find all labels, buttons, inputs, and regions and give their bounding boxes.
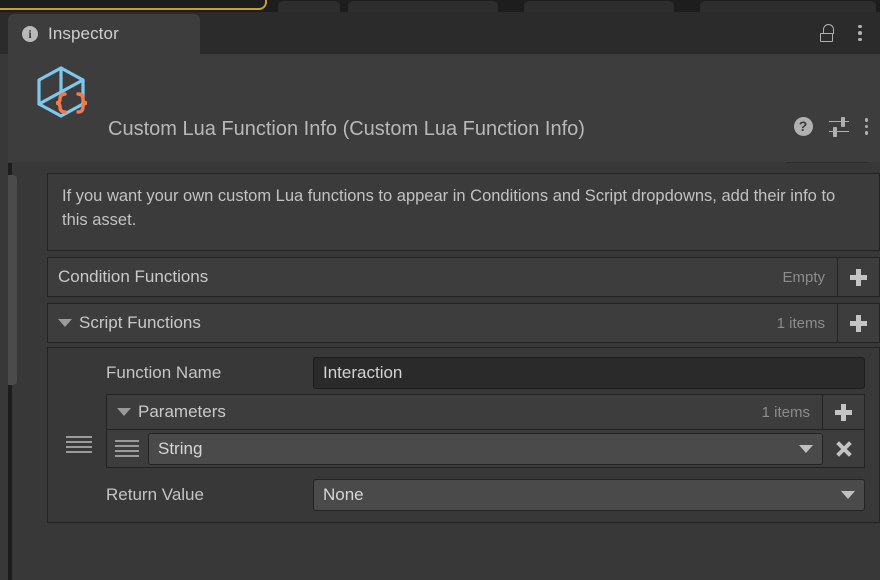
condition-functions-label: Condition Functions bbox=[58, 267, 209, 286]
function-name-label: Function Name bbox=[106, 363, 222, 382]
neighbor-tab-1[interactable] bbox=[278, 1, 340, 12]
plus-icon bbox=[850, 268, 867, 286]
active-window-outline bbox=[0, 0, 267, 10]
plus-icon bbox=[835, 403, 852, 421]
condition-functions-header[interactable]: Condition Functions Empty bbox=[47, 257, 838, 297]
chevron-down-icon[interactable] bbox=[117, 408, 131, 416]
unlocked-padlock-icon bbox=[819, 24, 834, 42]
script-functions-add-button[interactable] bbox=[838, 303, 880, 343]
parameter-remove-button[interactable] bbox=[834, 439, 854, 459]
inspector-content: If you want your own custom Lua function… bbox=[47, 173, 880, 523]
window-top-strip bbox=[0, 0, 880, 12]
inspector-window: i Inspector Custom Lua Function Info (Cu… bbox=[0, 0, 880, 580]
parameters-header[interactable]: Parameters 1 items bbox=[106, 394, 823, 430]
tab-inspector-label: Inspector bbox=[48, 24, 119, 43]
script-function-element: Function Name Interaction Parameters 1 i… bbox=[47, 347, 880, 523]
neighbor-tab-4[interactable] bbox=[700, 1, 876, 12]
asset-header: Custom Lua Function Info (Custom Lua Fun… bbox=[8, 54, 880, 192]
parameter-type-dropdown[interactable]: String bbox=[148, 432, 823, 465]
neighbor-tab-2[interactable] bbox=[348, 1, 498, 12]
chevron-down-icon bbox=[799, 444, 813, 453]
return-value-label: Return Value bbox=[106, 485, 204, 504]
tab-bar-actions bbox=[816, 12, 870, 54]
asset-menu-button[interactable] bbox=[864, 118, 868, 135]
page-title: Custom Lua Function Info (Custom Lua Fun… bbox=[108, 118, 585, 140]
info-icon: i bbox=[22, 26, 38, 42]
parameters-add-button[interactable] bbox=[823, 394, 865, 430]
condition-functions-add-button[interactable] bbox=[838, 257, 880, 297]
parameter-drag-handle[interactable] bbox=[115, 440, 139, 457]
vertical-scrollbar-thumb[interactable] bbox=[8, 175, 17, 385]
preset-sliders-icon[interactable] bbox=[828, 116, 849, 137]
function-name-input[interactable]: Interaction bbox=[313, 357, 865, 389]
chevron-down-icon[interactable] bbox=[58, 319, 72, 327]
tab-menu-button[interactable] bbox=[850, 22, 870, 44]
chevron-down-icon bbox=[841, 491, 855, 499]
inspector-tab-bar: i Inspector bbox=[0, 12, 880, 54]
plus-icon bbox=[850, 314, 867, 332]
return-value-dropdown[interactable]: None bbox=[313, 479, 865, 511]
parameter-type-value: String bbox=[158, 438, 203, 458]
help-icon[interactable]: ? bbox=[793, 117, 813, 136]
script-functions-label: Script Functions bbox=[79, 313, 201, 332]
element-drag-handle[interactable] bbox=[66, 436, 92, 453]
tab-inspector[interactable]: i Inspector bbox=[8, 14, 200, 54]
lock-toggle-button[interactable] bbox=[816, 22, 836, 44]
return-value-value: None bbox=[323, 485, 364, 504]
condition-functions-count: Empty bbox=[782, 268, 825, 286]
condition-functions-row: Condition Functions Empty bbox=[47, 257, 880, 297]
neighbor-tab-3[interactable] bbox=[524, 1, 674, 12]
parameters-count: 1 items bbox=[761, 403, 810, 421]
inspector-body: If you want your own custom Lua function… bbox=[8, 163, 880, 580]
kebab-menu-icon bbox=[858, 24, 862, 42]
script-functions-header[interactable]: Script Functions 1 items bbox=[47, 303, 838, 343]
parameters-header-row: Parameters 1 items bbox=[106, 394, 865, 430]
script-functions-count: 1 items bbox=[776, 314, 825, 332]
asset-header-actions: ? bbox=[793, 116, 868, 137]
script-functions-row: Script Functions 1 items bbox=[47, 303, 880, 343]
scriptable-object-icon bbox=[37, 66, 88, 118]
parameter-item-row: String bbox=[106, 430, 865, 468]
function-name-row: Function Name Interaction bbox=[48, 356, 879, 390]
help-box: If you want your own custom Lua function… bbox=[47, 173, 880, 251]
parameters-label: Parameters bbox=[138, 402, 226, 421]
return-value-row: Return Value None bbox=[48, 478, 879, 512]
parameters-section: Parameters 1 items String bbox=[48, 394, 879, 468]
